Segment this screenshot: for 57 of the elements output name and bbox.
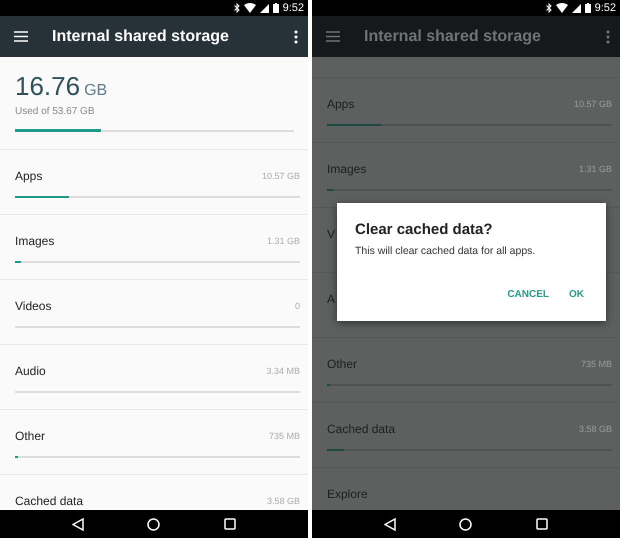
app-bar-title: Internal shared storage (364, 28, 542, 46)
used-amount: 16.76 GB (15, 71, 108, 102)
dialog-message: This will clear cached data for all apps. (355, 245, 536, 257)
category-size: 3.58 GB (578, 424, 612, 434)
category-size: 3.58 GB (266, 496, 300, 506)
category-label: Apps (15, 169, 42, 183)
battery-icon (272, 3, 279, 13)
signal-icon (260, 4, 269, 12)
category-label: Apps (327, 97, 354, 111)
category-row[interactable]: Videos 0 (0, 280, 308, 345)
back-icon[interactable] (384, 518, 396, 530)
bluetooth-icon (234, 3, 240, 13)
category-size: 735 MB (268, 431, 300, 441)
category-label: Videos (15, 299, 52, 313)
status-time: 9:52 (282, 2, 304, 14)
category-label: Explore (327, 487, 368, 501)
category-label: Audio (15, 364, 46, 378)
category-row[interactable]: Apps 10.57 GB (0, 150, 308, 215)
category-row[interactable]: Other 735 MB (0, 410, 308, 475)
home-icon[interactable] (147, 518, 160, 530)
wifi-icon (244, 3, 256, 13)
recents-icon[interactable] (536, 518, 548, 530)
recents-icon[interactable] (224, 518, 236, 530)
dialog-button[interactable]: CANCEL (501, 285, 555, 304)
status-time: 9:52 (594, 2, 616, 14)
dialog-title: Clear cached data? (355, 221, 494, 238)
category-label: Cached data (15, 494, 84, 508)
category-label: Other (327, 357, 358, 371)
category-label: V (327, 227, 336, 241)
battery-icon (584, 3, 591, 13)
used-caption: Used of 53.67 GB (15, 106, 96, 117)
category-row[interactable]: Apps 10.57 GB (312, 78, 620, 143)
category-row[interactable]: Cached data 3.58 GB (312, 403, 620, 468)
category-size: 10.57 GB (574, 99, 612, 109)
category-row[interactable]: Other 735 MB (312, 338, 620, 403)
category-size: 735 MB (580, 359, 612, 369)
category-size: 10.57 GB (262, 171, 300, 181)
category-label: Cached data (327, 422, 396, 436)
signal-icon (572, 4, 581, 12)
category-label: Images (327, 162, 366, 176)
category-size: 0 (294, 301, 300, 311)
category-size: 3.34 MB (266, 366, 300, 376)
app-bar-title: Internal shared storage (52, 28, 230, 46)
category-row[interactable]: Images 1.31 GB (0, 215, 308, 280)
used-unit: GB (84, 82, 108, 100)
category-size: 1.31 GB (578, 164, 612, 174)
back-icon[interactable] (72, 518, 84, 530)
category-size: 1.31 GB (266, 236, 300, 246)
category-label: Other (15, 429, 46, 443)
wifi-icon (556, 3, 568, 13)
category-label: Images (15, 234, 54, 248)
category-row[interactable]: Audio 3.34 MB (0, 345, 308, 410)
dialog-button[interactable]: OK (563, 285, 590, 304)
home-icon[interactable] (459, 518, 472, 530)
more-options-icon[interactable] (294, 30, 298, 44)
category-label: A (327, 292, 336, 306)
bluetooth-icon (546, 3, 552, 13)
